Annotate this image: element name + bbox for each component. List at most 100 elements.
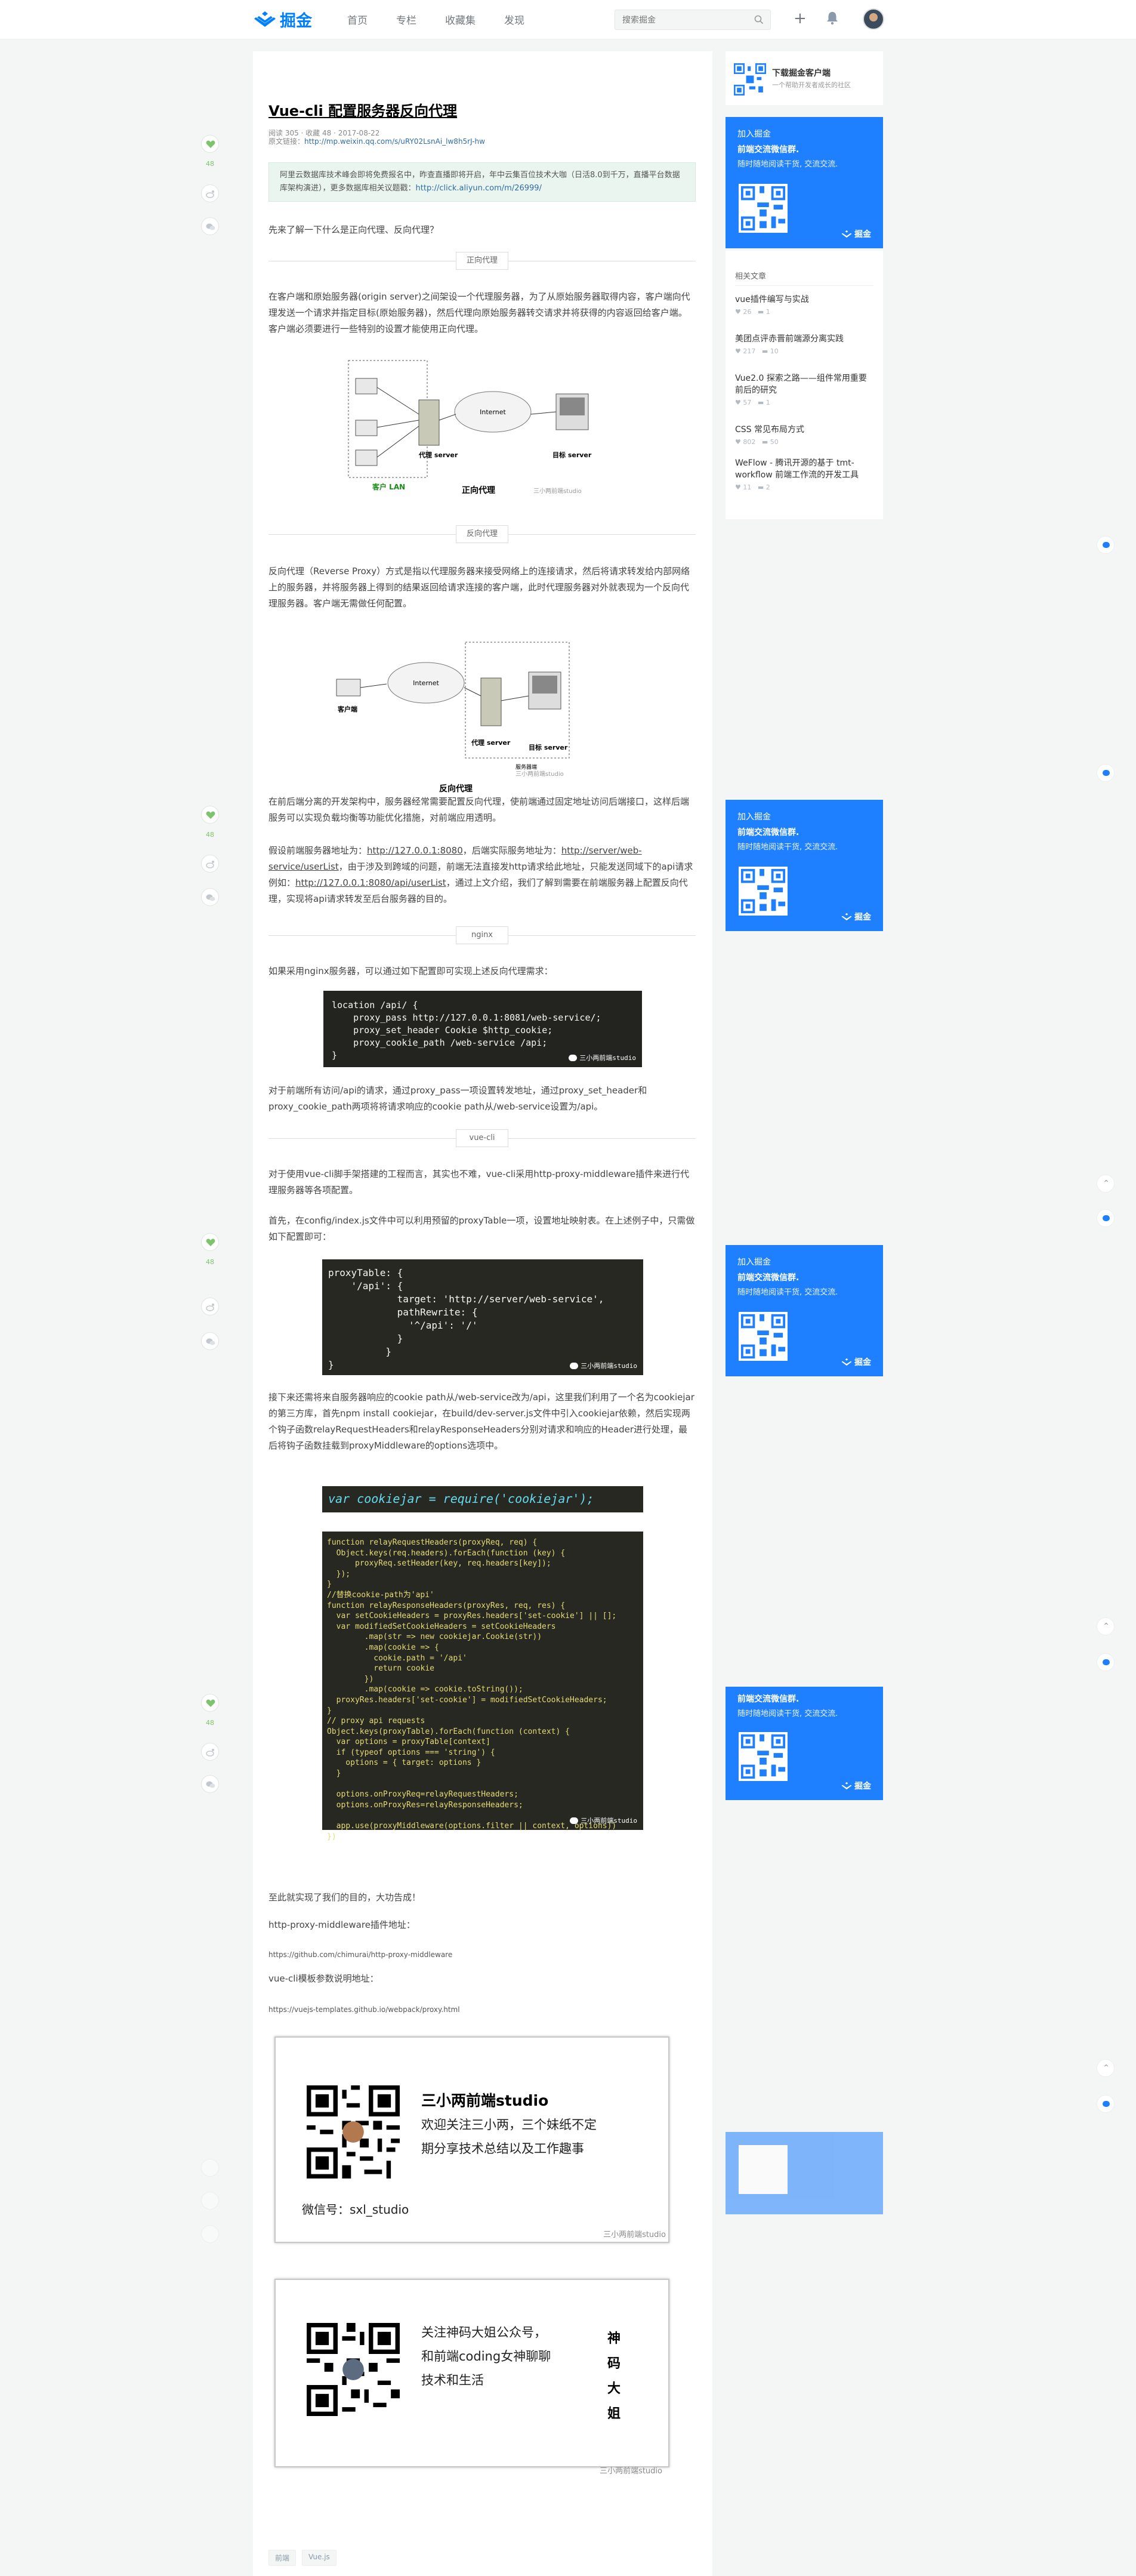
add-icon[interactable]: + — [794, 11, 807, 26]
share-button[interactable] — [201, 855, 219, 873]
ad-top: 加入掘金 — [737, 130, 771, 139]
related-item[interactable]: 美团点评赤晋前端源分离实践 ♥ 217 ▬ 10 — [735, 333, 873, 355]
source-link[interactable]: http://mp.weixin.qq.com/s/uRY02LsnAi_lw8… — [304, 137, 485, 146]
studio-qr-card: 三小两前端studio 欢迎关注三小两，三个妹纸不定 期分享技术总结以及工作趣事… — [274, 2036, 669, 2243]
wechat-group-ad[interactable]: 加入掘金 前端交流微信群. 随时随地阅读干货, 交流交流. 掘金 — [726, 117, 883, 248]
internet-label: Internet — [480, 408, 506, 416]
share-button[interactable] — [201, 184, 219, 202]
back-to-top-button[interactable] — [1097, 1617, 1115, 1635]
wechat-share-button[interactable] — [201, 1332, 219, 1350]
meta-line: 阅读 305 · 收藏 48 · 2017-08-22 — [268, 129, 380, 137]
url-frontend: http://127.0.0.1:8080 — [367, 845, 463, 856]
heart-icon — [206, 811, 215, 819]
shenma-line3: 技术和生活 — [421, 2373, 484, 2387]
wechat-group-ad[interactable]: 前端交流微信群. 随时随地阅读干货, 交流交流. 掘金 — [726, 1687, 883, 1800]
like-button[interactable] — [201, 1694, 219, 1712]
likes: 11 — [743, 483, 752, 491]
nav-collections[interactable]: 收藏集 — [445, 12, 476, 27]
related-item-title: Vue2.0 探索之路——组件常用重要前后的研究 — [735, 374, 867, 395]
back-to-top-button[interactable] — [1097, 1175, 1115, 1193]
section-label: vue-cli — [456, 1129, 508, 1147]
user-avatar[interactable] — [863, 8, 884, 30]
download-app-card[interactable]: 下载掘金客户端 一个帮助开发者成长的社区 — [726, 51, 883, 105]
para-done: 至此就实现了我们的目的，大功告成！ — [268, 1892, 421, 1903]
plugin-url[interactable]: https://github.com/chimurai/http-proxy-m… — [268, 1947, 696, 1963]
promo-notice: 阿里云数据库技术峰会即将免费报名中，昨查直播即将开启，年中云集百位技术大咖（日活… — [268, 162, 696, 202]
like-button[interactable] — [201, 806, 219, 824]
download-title: 下载掘金客户端 — [772, 69, 831, 78]
feedback-button[interactable] — [1097, 1209, 1115, 1227]
juejin-logo[interactable]: 掘金 — [254, 7, 312, 31]
plugin-label: http-proxy-middleware插件地址： — [268, 1919, 415, 1930]
nav-home[interactable]: 首页 — [347, 12, 368, 27]
ad-sub: 随时随地阅读干货, 交流交流. — [737, 1709, 838, 1718]
back-to-top-button[interactable] — [1097, 2059, 1115, 2077]
char: 神 — [607, 2331, 621, 2346]
ad-sub: 随时随地阅读干货, 交流交流. — [737, 1288, 838, 1297]
share-button[interactable] — [201, 1298, 219, 1315]
heart-icon — [206, 1238, 215, 1246]
feedback-button[interactable] — [1097, 764, 1115, 782]
wechat-group-ad[interactable]: 加入掘金 前端交流微信群. 随时随地阅读干货, 交流交流. 掘金 — [726, 800, 883, 931]
cookie-code-block: function relayRequestHeaders(proxyReq, r… — [322, 1532, 643, 1841]
likes: 802 — [743, 438, 756, 446]
watermark-text: 三小两前端studio — [581, 1817, 637, 1825]
proxy-label: 代理 server — [418, 451, 458, 459]
share-button[interactable] — [201, 1743, 219, 1761]
qr-icon — [740, 1734, 786, 1779]
ad-brand-text: 掘金 — [854, 913, 871, 922]
forward-proxy-svg: Internet 代理 server 目标 server 客户 LAN 正向代理… — [348, 360, 592, 495]
search-icon[interactable] — [754, 14, 764, 25]
search-box — [615, 10, 771, 30]
related-item[interactable]: WeFlow - 腾讯开源的基于 tmt-workflow 前端工作流的开发工具… — [735, 457, 873, 491]
para-dev1: 在前后端分离的开发架构中，服务器经常需要配置反向代理，使前端通过固定地址访问后端… — [268, 796, 690, 823]
char: 码 — [607, 2356, 621, 2371]
article-meta: 阅读 305 · 收藏 48 · 2017-08-22 原文链接：http://… — [268, 129, 485, 146]
feedback-button[interactable] — [1097, 1653, 1115, 1671]
doc-url[interactable]: https://vuejs-templates.github.io/webpac… — [268, 2002, 696, 2018]
related-item-stats: ♥ 802 ▬ 50 — [735, 438, 779, 446]
para-reverse: 反向代理（Reverse Proxy）方式是指以代理服务器来接受网络上的连接请求… — [268, 566, 690, 609]
wechat-share-button[interactable] — [201, 1775, 219, 1793]
wechat-group-ad-faded[interactable] — [726, 2132, 883, 2214]
intro-text: 先来了解一下什么是正向代理、反向代理？ — [268, 224, 439, 235]
watermark-text: 三小两前端studio — [579, 1054, 636, 1062]
juejin-logo-icon — [841, 913, 852, 921]
wechat-share-button[interactable] — [201, 888, 219, 906]
ad-headline: 前端交流微信群. — [737, 1273, 799, 1283]
like-button[interactable] — [201, 2159, 219, 2177]
bell-icon[interactable] — [826, 11, 839, 25]
para-dev2: 假设前端服务器地址为：http://127.0.0.1:8080，后端实际服务地… — [268, 843, 696, 907]
related-item[interactable]: CSS 常见布局方式 ♥ 802 ▬ 50 — [735, 424, 873, 446]
related-item[interactable]: Vue2.0 探索之路——组件常用重要前后的研究 ♥ 57 ▬ 1 — [735, 372, 873, 406]
tag-vuejs[interactable]: Vue.js — [302, 2550, 337, 2566]
qr-icon — [740, 186, 786, 231]
wechat-share-button[interactable] — [201, 2225, 219, 2243]
search-input[interactable] — [615, 10, 746, 29]
related-item-stats: ♥ 57 ▬ 1 — [735, 399, 770, 406]
ad-brand: 掘金 — [841, 228, 871, 240]
wechat-share-button[interactable] — [201, 217, 219, 235]
weibo-icon — [206, 861, 214, 868]
feedback-button[interactable] — [1097, 536, 1115, 554]
require-code-block: var cookiejar = require('cookiejar'); — [322, 1486, 643, 1512]
qr-icon — [307, 2323, 400, 2416]
like-button[interactable] — [201, 135, 219, 153]
like-button[interactable] — [201, 1233, 219, 1251]
tag-frontend[interactable]: 前端 — [268, 2550, 297, 2566]
url-api: http://127.0.0.1:8080/api/userList — [295, 877, 446, 888]
share-button[interactable] — [201, 2192, 219, 2210]
heart-icon — [206, 1699, 215, 1707]
ad-sub: 随时随地阅读干货, 交流交流. — [737, 160, 838, 169]
download-sub: 一个帮助开发者成长的社区 — [772, 81, 851, 89]
related-item[interactable]: vue插件编写与实战 ♥ 26 ▬ 1 — [735, 294, 873, 316]
nav-column[interactable]: 专栏 — [396, 12, 416, 27]
feedback-button[interactable] — [1097, 2095, 1115, 2113]
para-vuecli1: 对于使用vue-cli脚手架搭建的工程而言，其实也不难，vue-cli采用htt… — [268, 1169, 690, 1195]
nav-discover[interactable]: 发现 — [504, 12, 524, 27]
wechat-group-ad[interactable]: 加入掘金 前端交流微信群. 随时随地阅读干货, 交流交流. 掘金 — [726, 1245, 883, 1376]
notice-link[interactable]: http://click.aliyun.com/m/26999/ — [416, 184, 542, 193]
ad-sub: 随时随地阅读干货, 交流交流. — [737, 843, 838, 852]
likes: 217 — [743, 347, 756, 355]
ad-qr-code — [739, 184, 788, 233]
